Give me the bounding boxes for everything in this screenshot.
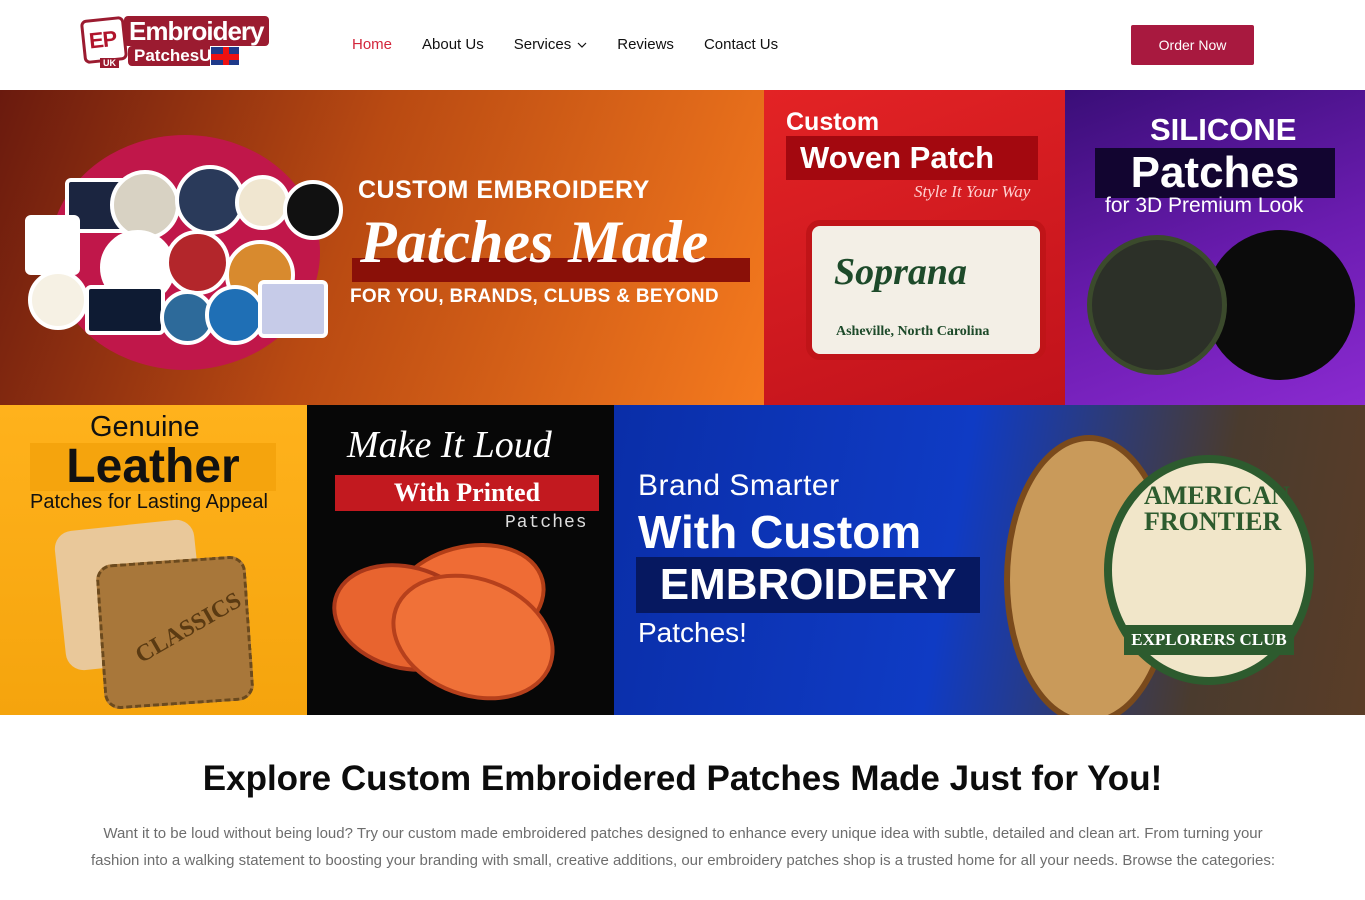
patch-image: [25, 215, 80, 275]
logo-prefix: EP: [87, 25, 118, 54]
banner-leather-patches[interactable]: Genuine Leather Patches for Lasting Appe…: [0, 405, 307, 715]
nav-services-label: Services: [513, 36, 572, 53]
american-frontier-patch-ribbon: EXPLORERS CLUB: [1124, 625, 1294, 655]
woven-patch-sub: Asheville, North Carolina: [836, 324, 990, 339]
logo-badge: EP: [79, 15, 129, 65]
banner-embroidery-line1: CUSTOM EMBROIDERY: [358, 176, 650, 204]
patch-image: [28, 270, 88, 330]
order-now-button[interactable]: Order Now: [1131, 25, 1254, 65]
banner-printed-line3: Patches: [505, 513, 588, 533]
patch-image: [85, 285, 165, 335]
banner-brand-smarter[interactable]: Brand Smarter With Custom EMBROIDERY Pat…: [614, 405, 1365, 715]
banner-silicone-patches[interactable]: SILICONE Patches for 3D Premium Look: [1065, 90, 1365, 405]
patch-image: [110, 170, 180, 240]
american-frontier-patch-title: AMERICAN FRONTIER: [1144, 481, 1290, 536]
logo-uk-badge: UK: [100, 58, 119, 68]
banner-woven-line1: Custom: [786, 108, 880, 136]
patch-image: [205, 285, 265, 345]
banner-silicone-line2: Patches: [1095, 148, 1335, 198]
intro-body: Want it to be loud without being loud? T…: [91, 825, 1275, 869]
intro-section: Explore Custom Embroidered Patches Made …: [0, 715, 1365, 900]
banner-brand-line1: Brand Smarter: [638, 469, 840, 502]
logo-line1: Embroidery: [124, 16, 269, 46]
nav-contact-us[interactable]: Contact Us: [704, 35, 778, 55]
site-header: EP Embroidery PatchesUK UK Home About Us…: [0, 0, 1365, 90]
banner-brand-line2: With Custom: [638, 506, 922, 558]
banner-embroidery-line2: Patches Made: [360, 209, 709, 275]
banner-embroidery-line3: FOR YOU, BRANDS, CLUBS & BEYOND: [350, 286, 719, 307]
intro-heading: Explore Custom Embroidered Patches Made …: [202, 759, 1163, 798]
banner-printed-line2: With Printed: [335, 475, 599, 511]
banner-silicone-line1: SILICONE: [1150, 112, 1297, 147]
woven-patch-image: Soprana Asheville, North Carolina: [806, 220, 1046, 360]
uk-flag-icon: [210, 46, 240, 66]
banner-woven-line2: Woven Patch: [786, 136, 1038, 180]
banner-woven-patch[interactable]: Custom Woven Patch Style It Your Way Sop…: [764, 90, 1065, 405]
banner-printed-patches[interactable]: Make It Loud With Printed Patches: [307, 405, 614, 715]
woven-patch-title: Soprana: [834, 251, 968, 293]
nav-services[interactable]: Services: [514, 35, 588, 55]
banner-brand-line4: Patches!: [638, 617, 747, 648]
banner-leather-line3: Patches for Lasting Appeal: [30, 491, 268, 513]
nav-reviews[interactable]: Reviews: [617, 35, 674, 55]
patch-image: [258, 280, 328, 338]
patch-image: [283, 180, 343, 240]
site-logo[interactable]: EP Embroidery PatchesUK UK: [79, 14, 269, 70]
patch-image: [165, 230, 230, 295]
chevron-down-icon: [577, 42, 587, 48]
banner-silicone-line3: for 3D Premium Look: [1105, 194, 1304, 217]
banner-custom-embroidery[interactable]: CUSTOM EMBROIDERY Patches Made FOR YOU, …: [0, 90, 764, 405]
nav-home[interactable]: Home: [352, 35, 392, 55]
banner-leather-line2: Leather: [30, 443, 276, 491]
silicone-patch-back-image: [1205, 230, 1355, 380]
patch-image: [235, 175, 290, 230]
banner-brand-line3: EMBROIDERY: [636, 557, 980, 613]
main-nav: Home About Us Services Reviews Contact U…: [352, 35, 778, 55]
banner-woven-tagline: Style It Your Way: [914, 182, 1031, 201]
silicone-patch-image: [1087, 235, 1227, 375]
banner-printed-line1: Make It Loud: [347, 424, 552, 466]
nav-about-us[interactable]: About Us: [422, 35, 484, 55]
